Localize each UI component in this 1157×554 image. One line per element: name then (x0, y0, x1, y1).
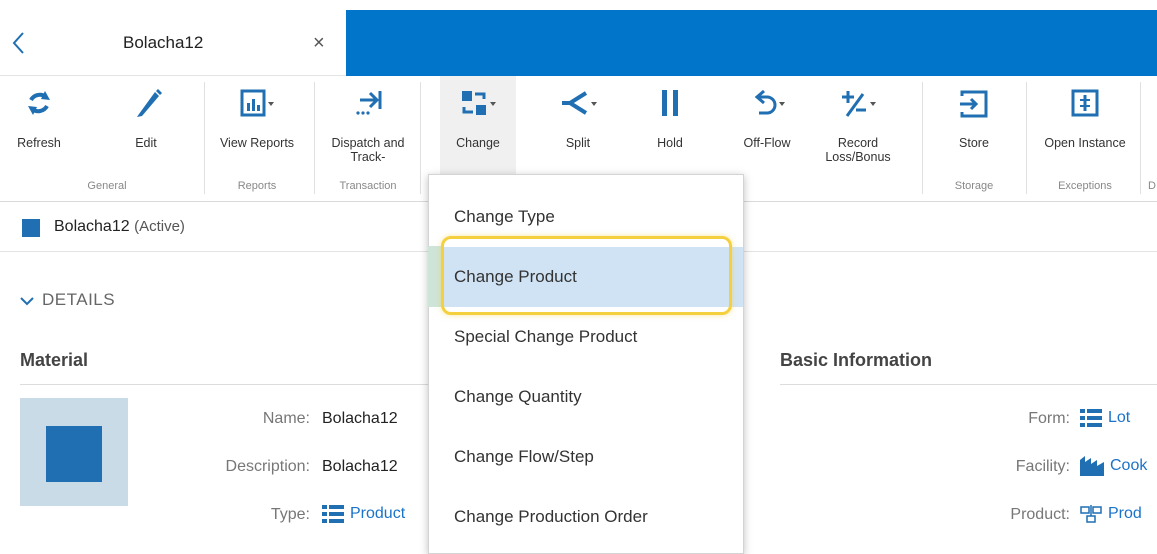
facility-value: Cook (1110, 457, 1148, 475)
factory-icon (1080, 456, 1104, 476)
store-icon (960, 90, 988, 118)
name-value: Bolacha12 (322, 410, 398, 427)
record-loss-bonus-button[interactable]: Record Loss/Bonus (816, 76, 900, 176)
record-loss-bonus-label: Record Loss/Bonus (825, 136, 891, 164)
entity-icon (22, 219, 40, 237)
hold-label: Hold (657, 136, 683, 150)
open-instance-label: Open Instance (1044, 136, 1126, 150)
description-label: Description: (225, 458, 310, 475)
dispatch-arrow-icon (356, 91, 382, 115)
group-label-transaction: Transaction (339, 180, 397, 192)
dispatch-track-label: Dispatch and Track- (331, 136, 405, 164)
off-flow-button[interactable]: Off-Flow (728, 76, 806, 176)
basic-info-section-title: Basic Information (780, 350, 933, 370)
change-swap-icon (462, 91, 496, 115)
product-icon (1080, 505, 1102, 523)
split-label: Split (565, 136, 591, 150)
open-instance-icon (1071, 89, 1099, 117)
refresh-icon (28, 91, 50, 115)
change-dropdown-menu: Change Type Change Product Special Chang… (428, 174, 744, 554)
refresh-button[interactable]: Refresh (12, 76, 66, 176)
off-flow-label: Off-Flow (743, 136, 791, 150)
description-value: Bolacha12 (322, 458, 398, 475)
plus-minus-icon (842, 91, 876, 117)
undo-arrow-icon (754, 89, 785, 115)
details-label: DETAILS (42, 290, 116, 309)
form-value: Lot (1108, 409, 1131, 427)
section-divider (780, 384, 1157, 385)
menu-item-change-product[interactable]: Change Product (429, 247, 743, 307)
group-label-storage: Storage (954, 180, 994, 192)
tab-bar-fill (346, 10, 1157, 76)
close-icon[interactable]: × (313, 33, 325, 53)
group-label-truncated: D (1148, 180, 1156, 192)
store-button[interactable]: Store (936, 76, 1012, 176)
ribbon-separator (1026, 82, 1027, 194)
form-link[interactable]: Lot (1080, 408, 1130, 428)
store-label: Store (959, 136, 989, 150)
view-reports-button[interactable]: View Reports (214, 76, 300, 176)
entity-title: Bolacha12 (Active) (54, 218, 185, 236)
edit-label: Edit (135, 136, 157, 150)
chevron-down-icon (20, 296, 34, 305)
tab-title: Bolacha12 (123, 33, 204, 52)
ribbon-separator (1140, 82, 1141, 194)
chevron-left-icon[interactable] (9, 28, 29, 58)
list-icon (322, 505, 344, 523)
menu-item-change-type[interactable]: Change Type (429, 187, 743, 247)
ribbon-separator (420, 82, 421, 194)
menu-item-special-change-product[interactable]: Special Change Product (429, 307, 743, 367)
group-label-reports: Reports (237, 180, 277, 192)
entity-tab[interactable]: Bolacha12 × (0, 0, 346, 76)
split-icon (562, 91, 597, 115)
edit-button[interactable]: Edit (118, 76, 174, 176)
form-label: Form: (1028, 410, 1070, 427)
product-link[interactable]: Prod (1080, 504, 1142, 524)
pause-icon (662, 90, 678, 116)
hold-button[interactable]: Hold (640, 76, 700, 176)
facility-link[interactable]: Cook (1080, 456, 1147, 476)
menu-hover-accent (428, 246, 442, 307)
product-value: Prod (1108, 505, 1142, 523)
type-link[interactable]: Product (322, 504, 405, 524)
material-thumbnail (20, 398, 128, 506)
type-value: Product (350, 505, 406, 523)
material-thumbnail-square (46, 426, 102, 482)
menu-item-change-flow-step[interactable]: Change Flow/Step (429, 427, 743, 487)
tab-bar: Bolacha12 × (0, 0, 1157, 76)
section-divider (20, 384, 428, 385)
name-label: Name: (262, 410, 310, 427)
menu-item-change-quantity[interactable]: Change Quantity (429, 367, 743, 427)
change-label: Change (456, 136, 500, 150)
open-instance-button[interactable]: Open Instance (1042, 76, 1128, 176)
list-icon (1080, 409, 1102, 427)
refresh-label: Refresh (17, 136, 61, 150)
dispatch-track-button[interactable]: Dispatch and Track- (320, 76, 416, 176)
product-label: Product: (1010, 506, 1070, 523)
entity-status: (Active) (134, 218, 185, 235)
ribbon-separator (204, 82, 205, 194)
change-button[interactable]: Change (440, 76, 516, 176)
details-toggle[interactable]: DETAILS (20, 290, 115, 310)
view-reports-label: View Reports (219, 136, 295, 150)
pencil-icon (137, 89, 162, 117)
group-label-general: General (87, 180, 127, 192)
report-chart-icon (240, 89, 274, 117)
type-label: Type: (270, 506, 310, 523)
group-label-exceptions: Exceptions (1058, 180, 1112, 192)
ribbon-separator (922, 82, 923, 194)
split-button[interactable]: Split (540, 76, 616, 176)
facility-label: Facility: (1015, 458, 1070, 475)
material-section-title: Material (20, 350, 89, 370)
entity-name: Bolacha12 (54, 218, 130, 235)
ribbon-separator (314, 82, 315, 194)
menu-item-change-production-order[interactable]: Change Production Order (429, 487, 743, 547)
